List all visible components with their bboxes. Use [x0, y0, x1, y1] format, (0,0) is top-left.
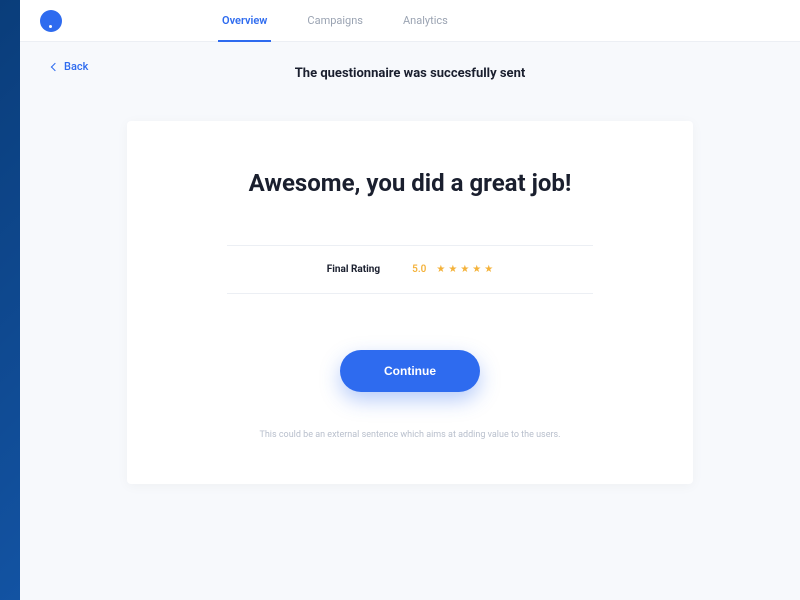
rating-value-wrap: 5.0 ★ ★ ★ ★ ★	[412, 264, 493, 275]
content: The questionnaire was succesfully sent A…	[20, 42, 800, 484]
continue-button[interactable]: Continue	[340, 350, 480, 392]
status-message: The questionnaire was succesfully sent	[20, 66, 800, 81]
chevron-left-icon	[51, 62, 59, 70]
tab-label: Analytics	[403, 14, 448, 27]
rating-label: Final Rating	[327, 264, 380, 275]
tab-label: Campaigns	[307, 14, 363, 27]
star-icon: ★	[460, 264, 469, 275]
star-icon: ★	[472, 264, 481, 275]
tab-overview[interactable]: Overview	[222, 0, 267, 41]
tab-analytics[interactable]: Analytics	[403, 0, 448, 41]
tab-campaigns[interactable]: Campaigns	[307, 0, 363, 41]
footer-text: This could be an external sentence which…	[187, 430, 633, 440]
app-shell: Overview Campaigns Analytics Back The qu…	[20, 0, 800, 600]
star-icon: ★	[436, 264, 445, 275]
rating-value: 5.0	[412, 264, 426, 275]
result-card: Awesome, you did a great job! Final Rati…	[127, 121, 693, 484]
star-icon: ★	[448, 264, 457, 275]
stars: ★ ★ ★ ★ ★	[436, 264, 493, 275]
back-button[interactable]: Back	[52, 60, 88, 73]
header: Overview Campaigns Analytics	[20, 0, 800, 42]
tab-label: Overview	[222, 14, 267, 27]
rating-row: Final Rating 5.0 ★ ★ ★ ★ ★	[227, 245, 593, 294]
card-title: Awesome, you did a great job!	[187, 169, 633, 197]
logo-icon	[40, 10, 62, 32]
tabs: Overview Campaigns Analytics	[222, 0, 448, 41]
star-icon: ★	[484, 264, 493, 275]
back-label: Back	[64, 60, 88, 73]
